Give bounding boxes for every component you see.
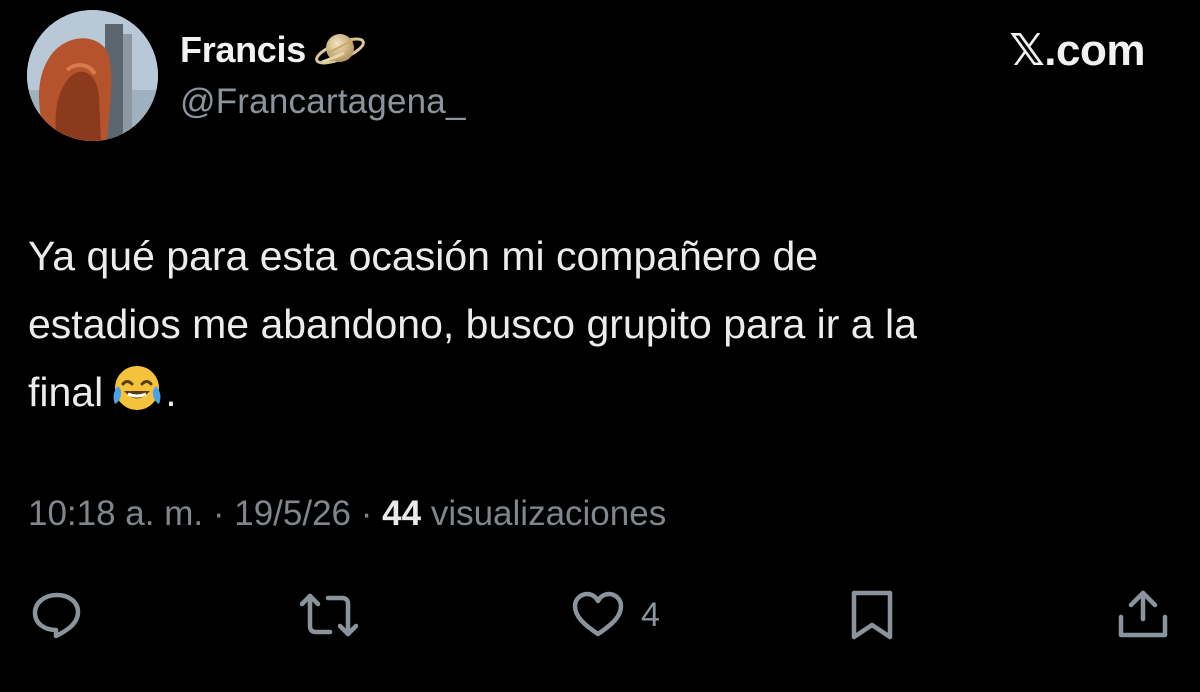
- share-button[interactable]: [1115, 590, 1171, 640]
- tweet-text-line: Ya qué para esta ocasión mi compañero de: [28, 233, 819, 279]
- avatar-image: [27, 10, 158, 141]
- views-count: 44: [382, 494, 422, 533]
- face-with-tears-of-joy-icon: [109, 360, 165, 416]
- avatar[interactable]: [27, 10, 158, 141]
- share-icon: [1118, 590, 1168, 638]
- heart-icon: [572, 591, 624, 637]
- tweet-date[interactable]: 19/5/26: [234, 494, 351, 533]
- author-name-row: Francis: [180, 26, 366, 74]
- site-watermark: 𝕏.com: [1009, 26, 1145, 75]
- repost-button[interactable]: [298, 590, 360, 640]
- like-button[interactable]: 4: [571, 590, 660, 640]
- planet-ringed-icon: [314, 22, 366, 74]
- like-count: 4: [641, 595, 660, 634]
- reply-button[interactable]: [30, 590, 84, 640]
- tweet-text-line: estadios me abandono, busco grupito para…: [28, 301, 917, 347]
- tweet-text-trailing: .: [165, 369, 177, 415]
- tweet-text-line-content: final: [28, 369, 104, 415]
- repost-icon: [299, 593, 359, 637]
- tweet-time[interactable]: 10:18 a. m.: [28, 494, 203, 533]
- meta-separator: ·: [360, 494, 373, 533]
- author-handle[interactable]: @Francartagena_: [180, 82, 466, 122]
- tweet-card: Francis @Francartagena_ 𝕏.com Ya qué par…: [0, 0, 1200, 692]
- tweet-text-line-last: final .: [28, 358, 1148, 426]
- reply-bubble-icon: [32, 592, 81, 639]
- bookmark-icon: [851, 590, 893, 640]
- tweet-text: Ya qué para esta ocasión mi compañero de…: [28, 222, 1148, 426]
- meta-separator: ·: [212, 494, 225, 533]
- author-display-name[interactable]: Francis: [180, 29, 306, 71]
- bookmark-button[interactable]: [848, 590, 896, 640]
- views-label: visualizaciones: [430, 494, 667, 533]
- tweet-meta: 10:18 a. m. · 19/5/26 · 44 visualizacion…: [28, 494, 666, 534]
